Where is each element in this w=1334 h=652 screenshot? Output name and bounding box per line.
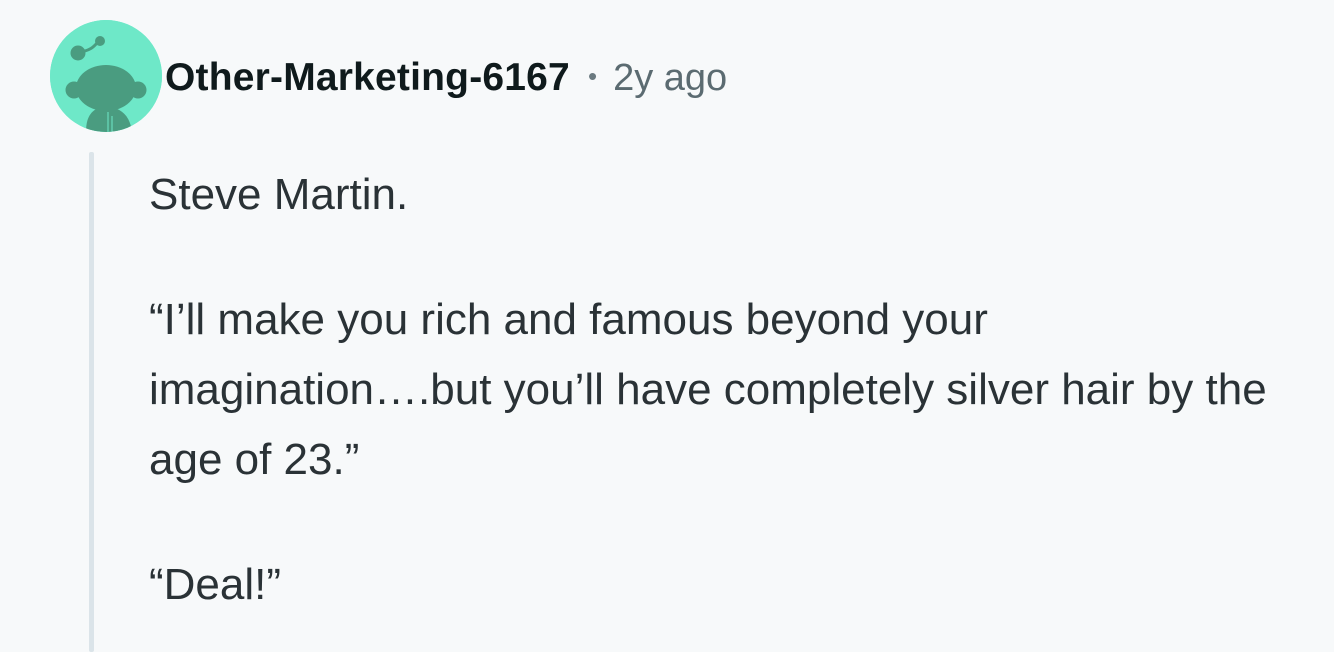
comment-paragraph: “I’ll make you rich and famous beyond yo… xyxy=(149,295,1267,484)
thread-line[interactable] xyxy=(89,152,94,652)
comment-paragraph: “Deal!” xyxy=(149,560,282,609)
comment-paragraph: Steve Martin. xyxy=(149,170,409,219)
comment: Other-Marketing-6167 • 2y ago Steve Mart… xyxy=(0,0,1334,652)
reddit-snoo-avatar-icon xyxy=(50,20,162,132)
author-username[interactable]: Other-Marketing-6167 xyxy=(165,56,570,100)
comment-meta: Other-Marketing-6167 • 2y ago xyxy=(165,52,727,104)
avatar[interactable] xyxy=(50,20,162,132)
comment-body: Steve Martin. “I’ll make you rich and fa… xyxy=(149,160,1309,620)
comment-timestamp[interactable]: 2y ago xyxy=(613,57,727,100)
meta-separator: • xyxy=(587,60,598,91)
